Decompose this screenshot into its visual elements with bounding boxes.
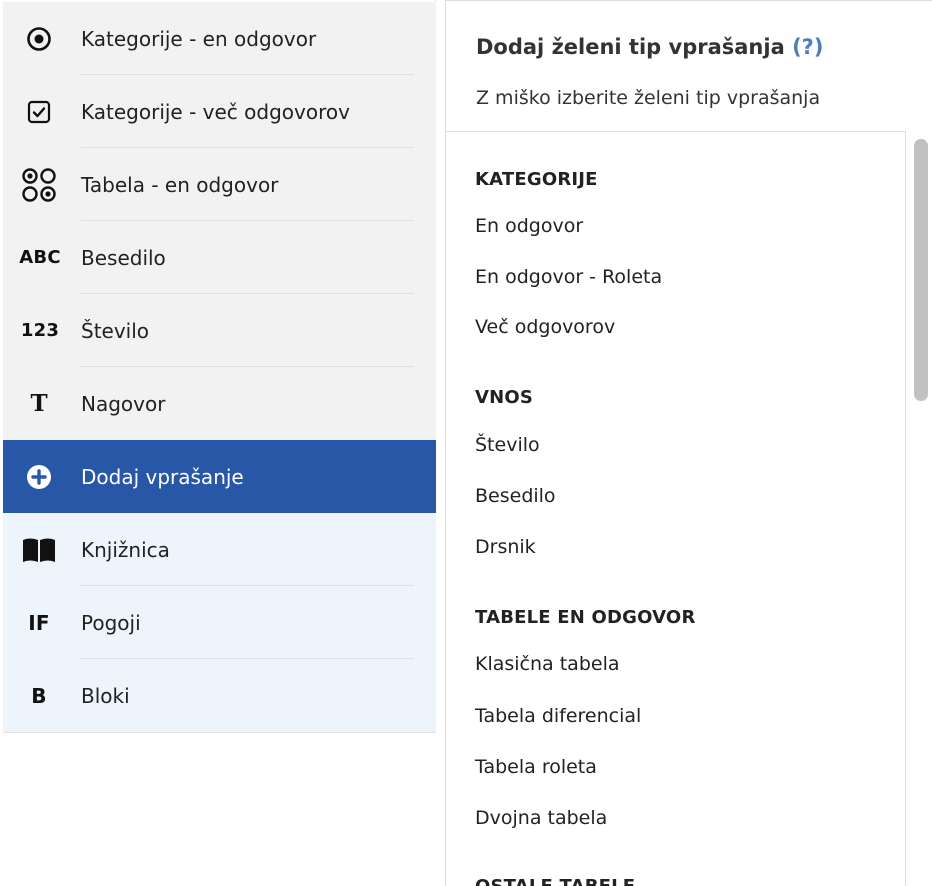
help-link[interactable]: (?) bbox=[792, 35, 823, 59]
type-item-tabela-roleta[interactable]: Tabela roleta bbox=[475, 756, 597, 778]
sidebar-item-label: Besedilo bbox=[81, 245, 166, 270]
sidebar-item-label: Kategorije - en odgovor bbox=[81, 26, 317, 51]
sidebar-item-label: Kategorije - več odgovorov bbox=[81, 99, 350, 124]
type-item-stevilo[interactable]: Število bbox=[475, 434, 540, 456]
sidebar-item-dodaj-vprasanje[interactable]: Dodaj vprašanje bbox=[3, 440, 436, 513]
sidebar-item-label: Nagovor bbox=[81, 391, 166, 416]
text-t-icon: T bbox=[30, 390, 48, 417]
radio-button-icon bbox=[17, 17, 61, 61]
panel-title-text: Dodaj želeni tip vprašanja bbox=[476, 35, 785, 59]
section-title-kategorije: KATEGORIJE bbox=[475, 169, 598, 190]
list-scrollbar[interactable] bbox=[912, 135, 930, 886]
sidebar-item-kategorije-vec-odgovorov[interactable]: Kategorije - več odgovorov bbox=[3, 75, 436, 148]
text-abc-icon: ABC bbox=[19, 247, 61, 268]
sidebar-item-nagovor[interactable]: T Nagovor bbox=[3, 367, 436, 440]
type-item-besedilo[interactable]: Besedilo bbox=[475, 485, 556, 507]
section-title-tabele-en-odgovor: TABELE EN ODGOVOR bbox=[475, 607, 696, 628]
radio-grid-icon bbox=[17, 163, 61, 207]
if-icon: IF bbox=[28, 610, 50, 635]
section-title-vnos: VNOS bbox=[475, 387, 534, 408]
type-item-dvojna-tabela[interactable]: Dvojna tabela bbox=[475, 807, 607, 829]
panel-title: Dodaj želeni tip vprašanja (?) bbox=[476, 35, 823, 59]
plus-circle-icon bbox=[17, 455, 61, 499]
sidebar-item-label: Tabela - en odgovor bbox=[81, 172, 279, 197]
type-item-drsnik[interactable]: Drsnik bbox=[475, 536, 536, 558]
type-item-en-odgovor[interactable]: En odgovor bbox=[475, 215, 583, 237]
type-item-klasicna-tabela[interactable]: Klasična tabela bbox=[475, 653, 620, 675]
book-icon bbox=[17, 528, 61, 572]
section-title-ostale-tabele: OSTALE TABELE bbox=[475, 876, 635, 886]
number-123-icon: 123 bbox=[20, 320, 60, 341]
block-b-icon: B bbox=[31, 683, 47, 708]
sidebar-item-label: Dodaj vprašanje bbox=[81, 464, 244, 489]
sidebar-item-knjiznica[interactable]: Knjižnica bbox=[3, 513, 436, 586]
sidebar-item-pogoji[interactable]: IF Pogoji bbox=[3, 586, 436, 659]
sidebar-item-bloki[interactable]: B Bloki bbox=[3, 659, 436, 732]
sidebar-item-label: Knjižnica bbox=[81, 537, 170, 562]
sidebar-item-tabela-en-odgovor[interactable]: Tabela - en odgovor bbox=[3, 148, 436, 221]
sidebar-item-label: Bloki bbox=[81, 683, 130, 708]
sidebar-item-besedilo[interactable]: ABC Besedilo bbox=[3, 221, 436, 294]
question-type-sidebar: Kategorije - en odgovor Kategorije - več… bbox=[3, 0, 436, 733]
sidebar-item-label: Število bbox=[81, 318, 150, 343]
scrollbar-thumb[interactable] bbox=[914, 139, 928, 401]
panel-subtitle: Z miško izberite želeni tip vprašanja bbox=[476, 87, 821, 109]
checkbox-icon bbox=[17, 90, 61, 134]
add-question-panel: Dodaj želeni tip vprašanja (?) Z miško i… bbox=[445, 0, 932, 886]
type-item-en-odgovor-roleta[interactable]: En odgovor - Roleta bbox=[475, 266, 662, 288]
question-type-list[interactable]: KATEGORIJE En odgovor En odgovor - Rolet… bbox=[446, 131, 906, 886]
sidebar-item-label: Pogoji bbox=[81, 610, 141, 635]
type-item-vec-odgovorov[interactable]: Več odgovorov bbox=[475, 316, 615, 338]
sidebar-item-stevilo[interactable]: 123 Število bbox=[3, 294, 436, 367]
sidebar-item-kategorije-en-odgovor[interactable]: Kategorije - en odgovor bbox=[3, 2, 436, 75]
type-item-tabela-diferencial[interactable]: Tabela diferencial bbox=[475, 705, 641, 727]
